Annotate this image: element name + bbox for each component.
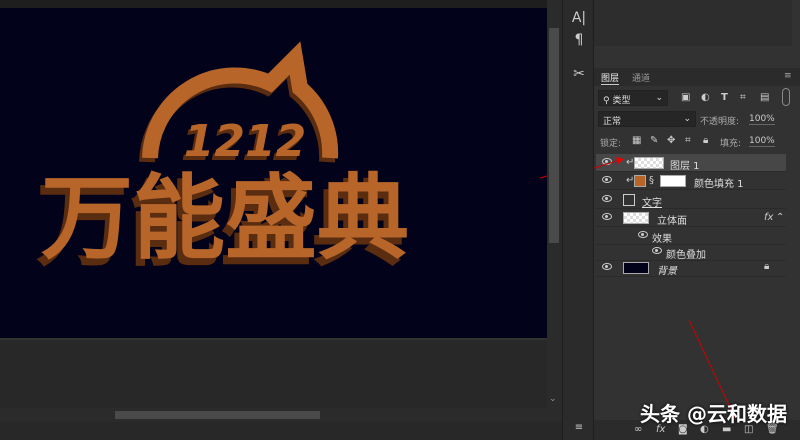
tab-channels[interactable]: 通道	[632, 71, 650, 84]
opacity-input[interactable]: 100%	[749, 114, 775, 125]
blend-mode-dropdown[interactable]: 正常 ⌄	[598, 111, 696, 127]
annotation-arrows	[594, 157, 737, 421]
logo-artwork: 1212 1212 万能盛典 万能盛典	[36, 41, 547, 279]
filter-type-dropdown[interactable]: ⚲ 类型 ⌄	[598, 90, 668, 106]
scroll-down-icon[interactable]: ⌄	[549, 394, 557, 404]
logo-main: 万能盛典	[41, 165, 409, 272]
opacity-label: 不透明度:	[700, 117, 740, 127]
watermark: 头条 @云和数据	[640, 402, 787, 426]
properties-panel	[594, 0, 792, 46]
horizontal-scroll-thumb[interactable]	[115, 411, 320, 419]
lock-position-icon[interactable]: ✥	[667, 135, 675, 146]
adjustment-filter-icon[interactable]: ◐	[701, 92, 710, 103]
chevron-down-icon: ⌄	[683, 114, 691, 124]
document-tab-bar	[0, 0, 547, 8]
logo-1212: 1212	[184, 116, 306, 167]
panel-tabs: 图层 通道 ≡	[594, 68, 800, 86]
panel-menu-icon[interactable]: ≡	[784, 71, 792, 81]
lock-paint-icon[interactable]: ✎	[650, 135, 658, 146]
tab-layers[interactable]: 图层	[601, 71, 620, 85]
canvas[interactable]: 1212 1212 万能盛典 万能盛典	[0, 8, 547, 338]
character-panel-icon[interactable]: A|	[563, 10, 595, 26]
pasteboard	[0, 338, 547, 408]
pixel-filter-icon[interactable]: ▣	[681, 92, 690, 103]
lock-transparent-icon[interactable]: ▦	[632, 135, 641, 146]
vertical-scroll-thumb[interactable]	[549, 28, 559, 243]
smart-object-filter-icon[interactable]: ▤	[760, 92, 769, 103]
chevron-down-icon: ⌄	[655, 93, 663, 103]
lock-artboard-icon[interactable]: ⌗	[685, 135, 691, 146]
panel-toolstrip: A| ¶ ✂ ≡	[562, 0, 594, 440]
fill-label: 填充:	[720, 139, 742, 149]
lock-label: 锁定:	[600, 139, 622, 149]
paragraph-panel-icon[interactable]: ¶	[563, 32, 595, 48]
type-filter-icon[interactable]: T	[721, 92, 728, 103]
shape-filter-icon[interactable]: ⌗	[740, 92, 746, 103]
filter-toggle[interactable]	[782, 88, 790, 106]
fill-input[interactable]: 100%	[749, 136, 775, 147]
tools-preset-icon[interactable]: ✂	[563, 66, 595, 82]
lock-all-icon[interactable]: 🔒︎	[703, 135, 708, 146]
menu-icon[interactable]: ≡	[563, 422, 595, 433]
